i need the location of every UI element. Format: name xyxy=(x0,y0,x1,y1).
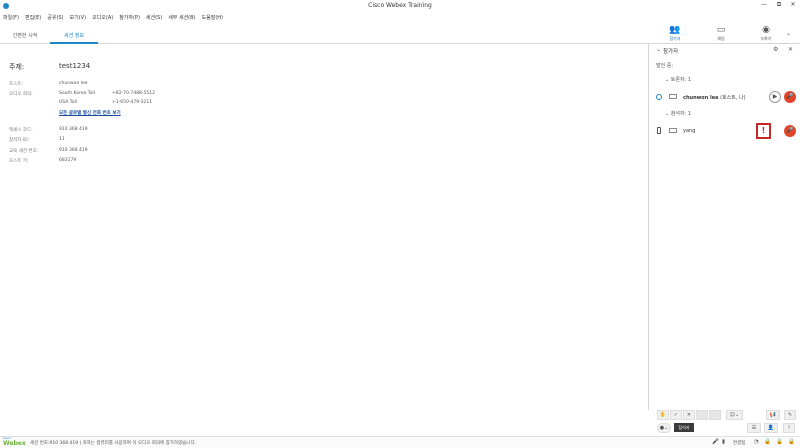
host-value: chunwon lee xyxy=(59,81,88,86)
audio-line-name: South Korea Toll xyxy=(59,91,95,96)
assign-user-icon[interactable]: 👤 xyxy=(764,423,778,433)
menu-edit[interactable]: 편집(E) xyxy=(25,14,41,21)
presenter-status-icon xyxy=(656,94,662,100)
signal-icon: ▮ xyxy=(722,439,726,445)
phone-icon xyxy=(657,127,661,134)
record-icon: ◉ xyxy=(762,25,770,35)
chevron-down-icon[interactable]: ⌄ xyxy=(786,30,791,37)
global-numbers-link[interactable]: 모든 글로벌 발신 전화 번호 보기 xyxy=(59,110,121,116)
menu-session[interactable]: 세션(S) xyxy=(146,14,162,21)
subject-value: test1234 xyxy=(59,62,91,70)
attendees-group-heading[interactable]: ⌄ 참석자: 1 xyxy=(665,110,691,117)
menu-help[interactable]: 도움말(H) xyxy=(202,14,223,21)
close-icon[interactable]: ✕ xyxy=(788,46,793,53)
session-info-pane: 주제: test1234 호스트: chunwon lee 오디오 회의: So… xyxy=(0,45,648,435)
participants-icon: 👥 xyxy=(669,25,681,35)
menu-breakout[interactable]: 세부 세션(B) xyxy=(168,14,195,21)
gear-icon[interactable]: ⚙ xyxy=(773,46,778,53)
host-key-value: 683179 xyxy=(59,158,77,163)
title-bar: Cisco Webex Training — ⧉ ✕ xyxy=(0,0,800,12)
attendee-id-value: 11 xyxy=(59,137,65,142)
cross-icon[interactable]: ✕ xyxy=(683,410,695,420)
check-icon[interactable]: ✓ xyxy=(670,410,682,420)
tab-quick-start[interactable]: 간편한 시작 xyxy=(8,32,42,44)
alert-icon[interactable]: ! xyxy=(783,423,795,433)
menu-participant[interactable]: 참가자(P) xyxy=(119,14,140,21)
menu-bar: 파일(F) 편집(E) 공유(S) 보기(V) 오디오(A) 참가자(P) 세션… xyxy=(0,12,800,23)
participant-name: chunwon lee (호스트, 나) xyxy=(683,95,746,101)
close-button[interactable]: ✕ xyxy=(788,1,798,10)
attendees-count: 참석자: 1 xyxy=(670,111,692,117)
mic-status-icon[interactable]: 🎤 xyxy=(712,439,719,445)
faster-icon[interactable] xyxy=(696,410,708,420)
audio-line-number: +1-650-479-3211 xyxy=(112,100,153,105)
session-number-label: 교육 세션 번호: xyxy=(9,149,39,154)
access-code-label: 액세스 코드: xyxy=(9,128,33,133)
connection-status: 연결됨 xyxy=(733,441,746,446)
recorder-panel-button[interactable]: ◉ 녹화기 xyxy=(751,24,781,44)
status-toggle-icon[interactable]: ●⌄ xyxy=(657,423,671,433)
camera-icon[interactable]: ▶ xyxy=(769,91,781,103)
tooltip: 참석자 xyxy=(674,423,694,432)
speaking-label: 발언 중: xyxy=(656,63,674,69)
pencil-icon[interactable]: ✎ xyxy=(784,410,796,420)
menu-share[interactable]: 공유(S) xyxy=(47,14,63,21)
host-label: 호스트: xyxy=(9,82,23,87)
raise-hand-icon[interactable]: ✋ xyxy=(657,410,669,420)
content-tabs: 간편한 시작 세션 정보 xyxy=(0,28,648,44)
computer-icon xyxy=(669,94,677,99)
warning-icon[interactable]: ! xyxy=(756,123,771,139)
audio-label: 오디오 회의: xyxy=(9,92,33,97)
recorder-panel-label: 녹화기 xyxy=(760,36,772,41)
lock-icon: 🔒 xyxy=(776,439,783,445)
menu-view[interactable]: 보기(V) xyxy=(70,14,87,21)
slower-icon[interactable] xyxy=(709,410,721,420)
minimize-button[interactable]: — xyxy=(759,1,769,10)
panel-toolbar: 👥 참가자 ▭ 채팅 ◉ 녹화기 ⌄ xyxy=(648,24,800,44)
chat-panel-button[interactable]: ▭ 채팅 xyxy=(706,24,736,44)
menu-audio[interactable]: 오디오(A) xyxy=(92,14,113,21)
participant-row[interactable]: chunwon lee (호스트, 나) ▶ 🎤 xyxy=(649,91,800,103)
maximize-button[interactable]: ⧉ xyxy=(774,1,784,10)
participant-name: yang xyxy=(683,128,696,134)
host-key-label: 호스트 키: xyxy=(9,159,29,164)
participants-panel-label: 참가자 xyxy=(669,36,681,41)
window-title: Cisco Webex Training xyxy=(368,2,432,9)
access-code-value: 910 368 419 xyxy=(59,127,88,132)
audio-line-number: +82-70-7488-5512 xyxy=(112,91,155,96)
emoticon-icon[interactable]: ☺⌄ xyxy=(726,410,743,420)
presenters-count: 토론자: 1 xyxy=(670,77,692,83)
panel-header: ⌄ 참가자 ⚙ ✕ xyxy=(649,44,800,56)
attendee-id-label: 참석자 ID: xyxy=(9,138,30,143)
mic-muted-icon[interactable]: 🎤 xyxy=(784,91,796,103)
panel-title: 참가자 xyxy=(663,49,679,55)
collapse-chevron-icon[interactable]: ⌄ xyxy=(656,46,661,53)
status-toolbar: ●⌄ 참석자 ☰ 👤 ! xyxy=(654,423,800,434)
feedback-toolbar: ✋ ✓ ✕ ☺⌄ 📢 ✎ xyxy=(654,410,800,421)
subject-label: 주제: xyxy=(9,63,25,71)
status-bar: Cisco Webex 세션 번호:910 368 419 | 귀하는 컴퓨터를 … xyxy=(0,436,800,448)
lock-icon: 🔒 xyxy=(764,439,771,445)
participants-panel-button[interactable]: 👥 참가자 xyxy=(660,24,690,44)
lock-icon: 🔒 xyxy=(788,439,795,445)
megaphone-icon[interactable]: 📢 xyxy=(766,410,780,420)
list-icon[interactable]: ☰ xyxy=(747,423,761,433)
mic-muted-icon[interactable]: 🎤 xyxy=(784,125,796,137)
session-status-text: 세션 번호:910 368 419 | 귀하는 컴퓨터를 사용하여 이 오디오 … xyxy=(30,441,197,446)
session-number-value: 910 368 419 xyxy=(59,148,88,153)
tab-session-info[interactable]: 세션 정보 xyxy=(50,32,98,44)
menu-file[interactable]: 파일(F) xyxy=(3,14,19,21)
network-icon: ◔ xyxy=(754,439,759,445)
chat-icon: ▭ xyxy=(716,25,726,35)
computer-icon xyxy=(669,128,677,133)
webex-logo: Cisco Webex xyxy=(3,436,26,448)
presenters-group-heading[interactable]: ⌄ 토론자: 1 xyxy=(665,76,691,83)
audio-line-name: USA Toll xyxy=(59,100,77,105)
participants-panel: ⌄ 참가자 ⚙ ✕ 발언 중: ⌄ 토론자: 1 chunwon lee (호스… xyxy=(648,44,800,410)
chat-panel-label: 채팅 xyxy=(717,36,725,41)
participant-row[interactable]: yang ! 🎤 xyxy=(649,123,800,139)
